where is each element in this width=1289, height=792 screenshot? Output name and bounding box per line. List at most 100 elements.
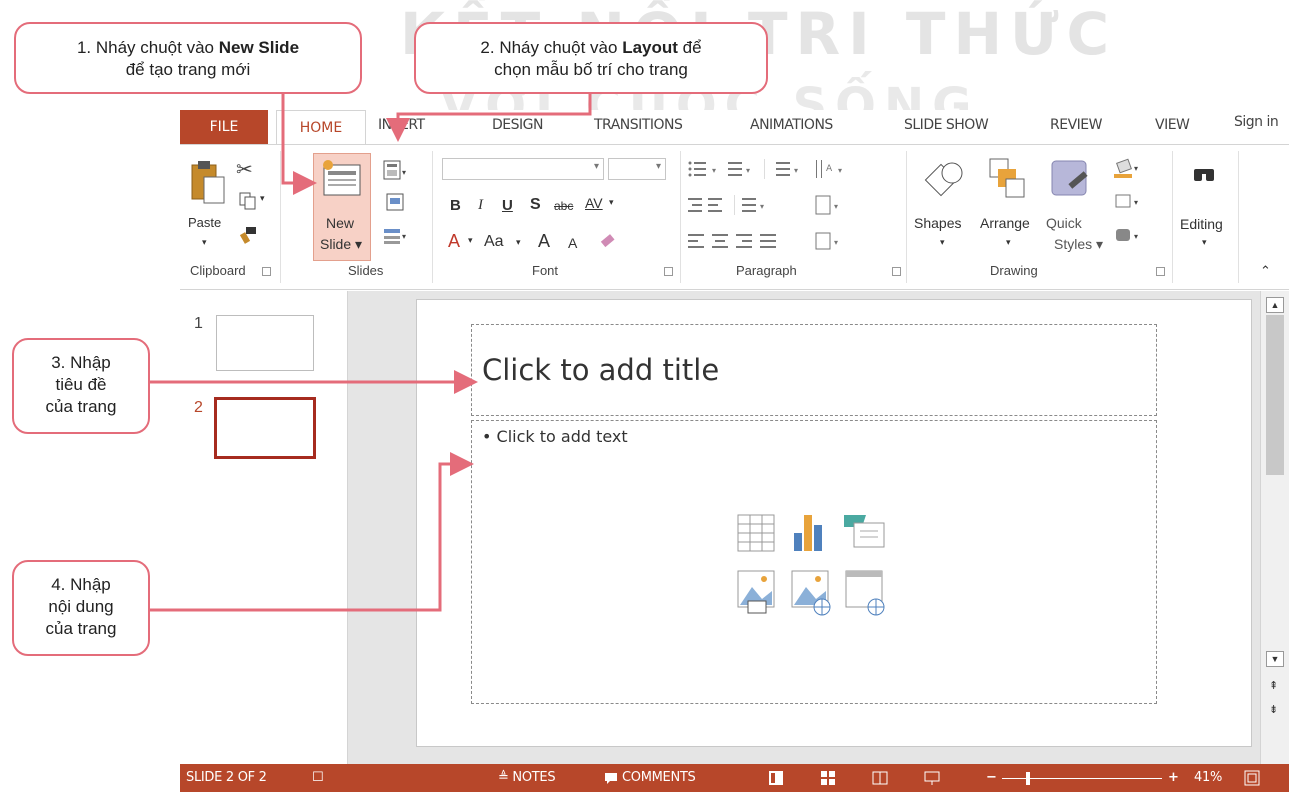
change-case-button[interactable]: Aa <box>484 233 504 251</box>
copy-icon[interactable] <box>238 191 258 211</box>
grow-font-button[interactable]: A <box>538 231 550 252</box>
insert-table-icon[interactable] <box>737 514 775 552</box>
strikethrough-button[interactable]: abc <box>554 199 573 213</box>
next-slide-icon[interactable]: ⇟ <box>1269 703 1278 716</box>
tab-view[interactable]: VIEW <box>1155 117 1190 133</box>
fit-to-window-icon[interactable] <box>1244 770 1260 786</box>
sign-in-link[interactable]: Sign in <box>1234 114 1279 130</box>
shrink-font-button[interactable]: A <box>568 235 577 251</box>
binoculars-icon <box>1194 169 1214 181</box>
title-placeholder[interactable]: Click to add title <box>471 324 1157 416</box>
editing-button[interactable]: Editing <box>1180 216 1223 232</box>
scroll-up-arrow[interactable]: ▲ <box>1266 297 1284 313</box>
insert-smartart-icon[interactable] <box>844 515 885 548</box>
slide-thumbnail-2-selected[interactable] <box>214 397 316 459</box>
clear-formatting-icon[interactable] <box>598 231 618 251</box>
normal-view-icon[interactable] <box>768 770 784 786</box>
font-color-dropdown[interactable]: ▾ <box>468 235 473 246</box>
powerpoint-window: FILE HOME INSERT DESIGN TRANSITIONS ANIM… <box>180 110 1289 792</box>
zoom-out-button[interactable]: − <box>986 770 997 785</box>
font-name-combo[interactable]: ▾ <box>442 158 604 180</box>
callout-3-line-1: 3. Nhập <box>51 353 111 372</box>
insert-video-icon[interactable] <box>845 570 885 616</box>
zoom-in-button[interactable]: + <box>1168 770 1179 785</box>
quick-styles-label-2[interactable]: Styles ▾ <box>1054 236 1103 253</box>
group-slides-label: Slides <box>348 263 384 278</box>
editing-dropdown[interactable]: ▾ <box>1202 237 1207 248</box>
paragraph-launcher[interactable] <box>892 267 901 276</box>
callout-3-line-3: của trang <box>45 397 117 416</box>
reset-slide-icon[interactable] <box>384 191 406 213</box>
underline-button[interactable]: U <box>502 197 513 214</box>
insert-chart-icon[interactable] <box>794 515 822 551</box>
slide-sorter-icon[interactable] <box>820 770 836 786</box>
spell-check-icon[interactable]: ☐ <box>312 770 324 785</box>
cut-icon[interactable]: ✂ <box>236 157 253 182</box>
shapes-icon[interactable] <box>920 159 966 205</box>
shapes-dropdown[interactable]: ▾ <box>940 237 945 248</box>
title-placeholder-text: Click to add title <box>482 353 720 387</box>
shape-outline-icon[interactable]: ▾ <box>1112 191 1144 213</box>
font-launcher[interactable] <box>664 267 673 276</box>
slide-thumbnail-1[interactable] <box>216 315 314 371</box>
shapes-button[interactable]: Shapes <box>914 215 961 231</box>
insert-picture-icon[interactable] <box>737 570 775 614</box>
previous-slide-icon[interactable]: ⇞ <box>1269 679 1278 692</box>
group-separator <box>280 151 281 283</box>
group-font-label: Font <box>532 263 559 278</box>
clipboard-launcher[interactable] <box>262 267 271 276</box>
reading-view-icon[interactable] <box>872 770 888 786</box>
group-separator <box>1238 151 1239 283</box>
tab-slide-show[interactable]: SLIDE SHOW <box>904 117 989 133</box>
change-case-dropdown[interactable]: ▾ <box>516 237 521 248</box>
tab-home[interactable]: HOME <box>276 110 366 145</box>
quick-styles-label-1[interactable]: Quick <box>1046 215 1082 231</box>
tab-design[interactable]: DESIGN <box>492 117 543 133</box>
zoom-level[interactable]: 41% <box>1194 770 1222 785</box>
scroll-thumb[interactable] <box>1266 315 1284 475</box>
quick-styles-icon[interactable] <box>1050 159 1094 203</box>
format-painter-icon[interactable] <box>238 225 260 245</box>
notes-button[interactable]: ≜ NOTES <box>498 770 556 785</box>
tab-insert[interactable]: INSERT <box>378 117 425 133</box>
character-spacing-dropdown[interactable]: ▾ <box>609 197 614 208</box>
group-paragraph-label: Paragraph <box>736 263 797 278</box>
tab-animations[interactable]: ANIMATIONS <box>750 117 833 133</box>
insert-online-picture-icon[interactable] <box>791 570 831 616</box>
shape-fill-icon[interactable]: ▾ <box>1112 157 1144 181</box>
content-placeholder[interactable]: • Click to add text <box>471 420 1157 704</box>
font-size-combo[interactable]: ▾ <box>608 158 666 180</box>
callout-1-text-prefix: 1. Nháy chuột vào <box>76 38 219 57</box>
svg-text:▾: ▾ <box>760 202 764 211</box>
slide-count-status: SLIDE 2 OF 2 <box>186 770 267 785</box>
comments-button[interactable]: COMMENTS <box>622 770 696 785</box>
scroll-down-arrow[interactable]: ▼ <box>1266 651 1284 667</box>
tab-file[interactable]: FILE <box>180 110 268 144</box>
callout-3-line-2: tiêu đề <box>55 375 107 394</box>
arrange-button[interactable]: Arrange <box>980 215 1030 231</box>
text-shadow-button[interactable]: S <box>530 196 541 214</box>
zoom-slider-thumb[interactable] <box>1026 772 1030 785</box>
drawing-launcher[interactable] <box>1156 267 1165 276</box>
section-icon[interactable]: ▾ <box>382 225 410 245</box>
arrange-dropdown[interactable]: ▾ <box>1006 237 1011 248</box>
arrange-icon[interactable] <box>988 157 1028 203</box>
paste-dropdown-arrow[interactable]: ▾ <box>202 237 207 248</box>
font-color-button[interactable]: A <box>448 231 460 252</box>
layout-icon[interactable]: ▾ <box>382 159 408 181</box>
italic-button[interactable]: I <box>478 197 483 214</box>
tab-transitions[interactable]: TRANSITIONS <box>594 117 683 133</box>
paste-icon[interactable] <box>190 159 228 211</box>
collapse-ribbon-icon[interactable]: ⌃ <box>1260 263 1271 279</box>
svg-text:▾: ▾ <box>1134 232 1138 241</box>
svg-text:▾: ▾ <box>1134 164 1138 173</box>
slide-show-icon[interactable] <box>924 770 940 786</box>
bold-button[interactable]: B <box>450 197 461 214</box>
paste-button[interactable]: Paste <box>188 215 221 230</box>
shape-effects-icon[interactable]: ▾ <box>1112 225 1144 247</box>
character-spacing-button[interactable]: AV <box>585 195 603 211</box>
callout-2-text-prefix: 2. Nháy chuột vào <box>480 38 623 57</box>
vertical-scrollbar[interactable]: ▲ ▼ ⇞ ⇟ <box>1260 291 1289 764</box>
copy-dropdown-arrow[interactable]: ▾ <box>260 193 265 204</box>
tab-review[interactable]: REVIEW <box>1050 117 1102 133</box>
